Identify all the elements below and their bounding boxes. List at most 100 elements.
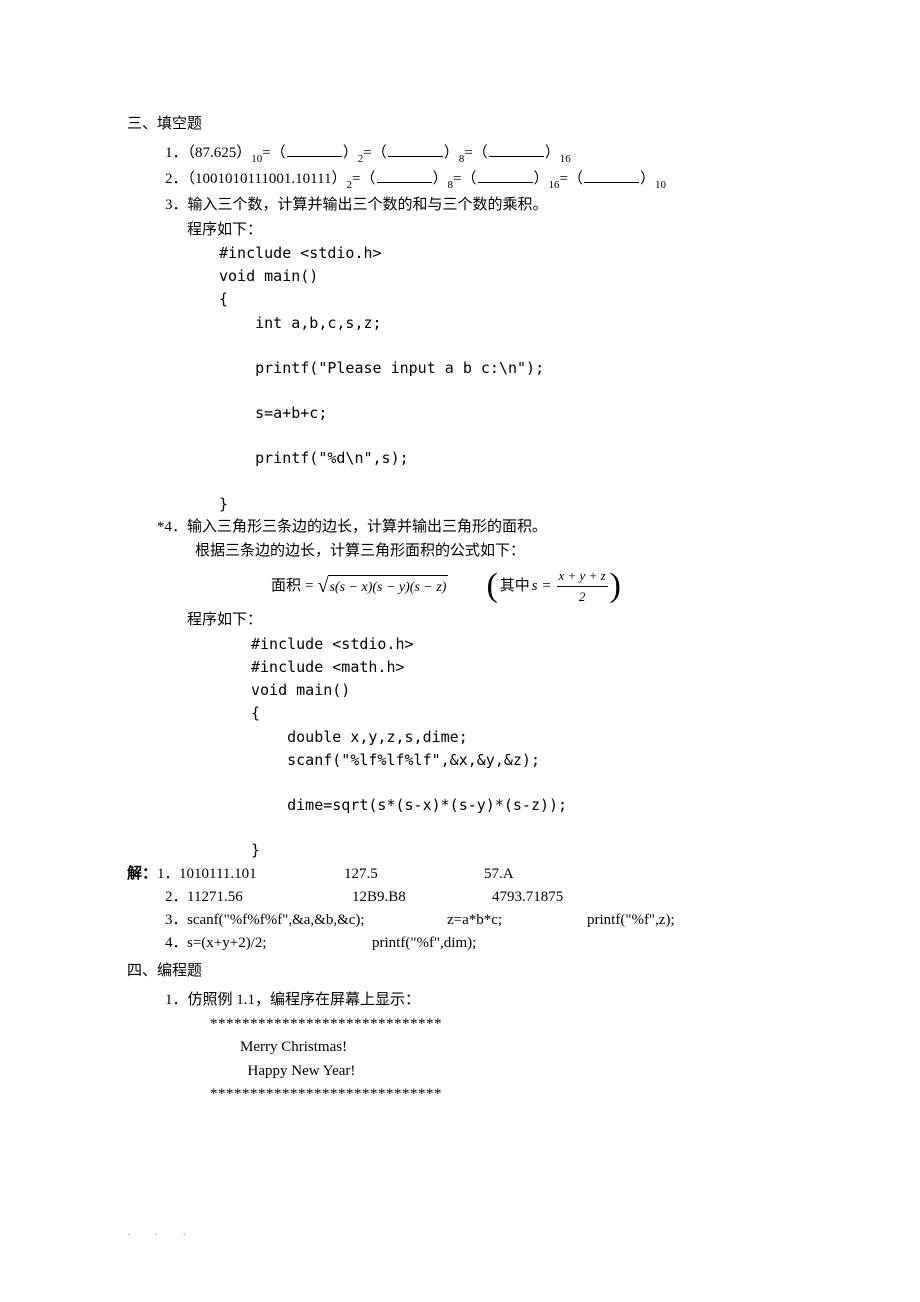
question-2: 2．（1001010111001.10111）2=（）8=（）16=（）10 (127, 168, 795, 193)
blank (377, 168, 432, 183)
program-label: 程序如下： (127, 609, 795, 632)
ans-n: 2． (165, 886, 187, 909)
ans-a: s=(x+y+2)/2; (187, 932, 372, 955)
blank-line (251, 817, 795, 839)
eq-open: =（ (363, 145, 386, 161)
ans-b: 127.5 (344, 863, 484, 886)
close: ） (534, 171, 549, 187)
question-3: 3．输入三个数，计算并输出三个数的和与三个数的乘积。 (127, 194, 795, 217)
code-line: { (251, 702, 795, 725)
answers-block: 解：1．1010111.101127.557.A 2．11271.5612B9.… (127, 863, 795, 956)
blank (478, 168, 533, 183)
q4-text: 输入三角形三条边的边长，计算并输出三角形的面积。 (187, 519, 547, 535)
footer-marks: ··· (127, 1227, 210, 1244)
answer-line-2: 2．11271.5612B9.B84793.71875 (127, 886, 795, 909)
code-line: #include <stdio.h> (219, 242, 795, 265)
s-equals: s = (532, 575, 552, 598)
eq-open: =（ (352, 171, 375, 187)
fraction-denominator: 2 (577, 587, 588, 607)
code-line: dime=sqrt(s*(s-x)*(s-y)*(s-z)); (251, 794, 795, 817)
section-4-heading: 四、编程题 (127, 960, 795, 983)
ans-a: scanf("%f%f%f",&a,&b,&c); (187, 909, 447, 932)
equals: = (305, 575, 313, 598)
fraction: x + y + z 2 (557, 566, 608, 607)
ans-n: 4． (165, 932, 187, 955)
q2-number: 2． (165, 171, 188, 187)
program-label: 程序如下： (127, 219, 795, 242)
code-line: { (219, 288, 795, 311)
s4-q1-text: 仿照例 1.1，编程序在屏幕上显示： (188, 992, 421, 1008)
output-line: ***************************** (210, 1013, 795, 1036)
ans-n: 3． (165, 909, 187, 932)
ans-n: 1． (157, 863, 179, 886)
close: ） (640, 171, 655, 187)
code-line: } (251, 839, 795, 862)
ans-c: printf("%f",z); (587, 912, 675, 928)
eq-open: =（ (560, 171, 583, 187)
blank (584, 168, 639, 183)
formula-lhs: 面积 (271, 575, 301, 598)
subscript-8: 8 (459, 153, 465, 165)
code-line: void main() (219, 265, 795, 288)
q3-number: 3． (165, 197, 188, 213)
ans-b: z=a*b*c; (447, 909, 587, 932)
question-4: *4．输入三角形三条边的边长，计算并输出三角形的面积。 (127, 516, 795, 539)
ans-a: 1010111.101 (179, 863, 344, 886)
answer-line-4: 4．s=(x+y+2)/2;printf("%f",dim); (127, 932, 795, 955)
sqrt-body: s(s − x)(s − y)(s − z) (328, 575, 448, 599)
output-line: Merry Christmas! (210, 1036, 795, 1059)
q2-value: （1001010111001.10111） (188, 171, 347, 187)
code-line: #include <stdio.h> (251, 633, 795, 656)
eq-open: =（ (262, 145, 285, 161)
code-line: scanf("%lf%lf%lf",&x,&y,&z); (251, 749, 795, 772)
code-line: } (219, 493, 795, 516)
subscript-10: 10 (655, 179, 666, 191)
document-page: 三、填空题 1．（87.625）10=（）2=（）8=（）16 2．（10010… (0, 0, 920, 1302)
answer-line-1: 解：1．1010111.101127.557.A (127, 863, 795, 886)
code-line: double x,y,z,s,dime; (251, 726, 795, 749)
sqrt-symbol: √ (317, 571, 328, 602)
eq-open: =（ (453, 171, 476, 187)
ans-c: 57.A (484, 863, 614, 886)
formula-right: ( 其中 s = x + y + z 2 ) (486, 566, 621, 607)
blank-line (219, 425, 795, 447)
subscript-8: 8 (448, 179, 454, 191)
ans-b: printf("%f",dim); (372, 935, 476, 951)
subscript-2: 2 (347, 179, 353, 191)
q3-text: 输入三个数，计算并输出三个数的和与三个数的乘积。 (188, 197, 548, 213)
q3-code: #include <stdio.h> void main() { int a,b… (219, 242, 795, 516)
blank-line (219, 335, 795, 357)
subscript-16: 16 (560, 153, 571, 165)
blank (388, 142, 443, 157)
blank-line (251, 772, 795, 794)
code-line: #include <math.h> (251, 656, 795, 679)
code-line: void main() (251, 679, 795, 702)
close: ） (433, 171, 448, 187)
ans-b: 12B9.B8 (352, 886, 492, 909)
right-paren: ) (610, 571, 621, 602)
q4-number: *4． (157, 519, 187, 535)
code-line: s=a+b+c; (219, 402, 795, 425)
code-line: int a,b,c,s,z; (219, 312, 795, 335)
close: ） (444, 145, 459, 161)
blank-line (219, 380, 795, 402)
answer-line-3: 3．scanf("%f%f%f",&a,&b,&c);z=a*b*c;print… (127, 909, 795, 932)
blank-line (219, 471, 795, 493)
s4-q1-number: 1． (165, 992, 188, 1008)
question-1: 1．（87.625）10=（）2=（）8=（）16 (127, 142, 795, 167)
subscript-16: 16 (549, 179, 560, 191)
q1-number: 1． (165, 145, 188, 161)
code-line: printf("%d\n",s); (219, 447, 795, 470)
fraction-numerator: x + y + z (557, 566, 608, 587)
code-line: printf("Please input a b c:\n"); (219, 357, 795, 380)
output-line: Happy New Year! (210, 1060, 795, 1083)
section-3-heading: 三、填空题 (127, 113, 795, 136)
ans-a: 11271.56 (187, 886, 352, 909)
left-paren: ( (486, 571, 497, 602)
ans-c: 4793.71875 (492, 886, 622, 909)
blank (489, 142, 544, 157)
where-label: 其中 (500, 575, 530, 598)
subscript-2: 2 (358, 153, 364, 165)
output-line: ***************************** (210, 1083, 795, 1106)
eq-open: =（ (464, 145, 487, 161)
